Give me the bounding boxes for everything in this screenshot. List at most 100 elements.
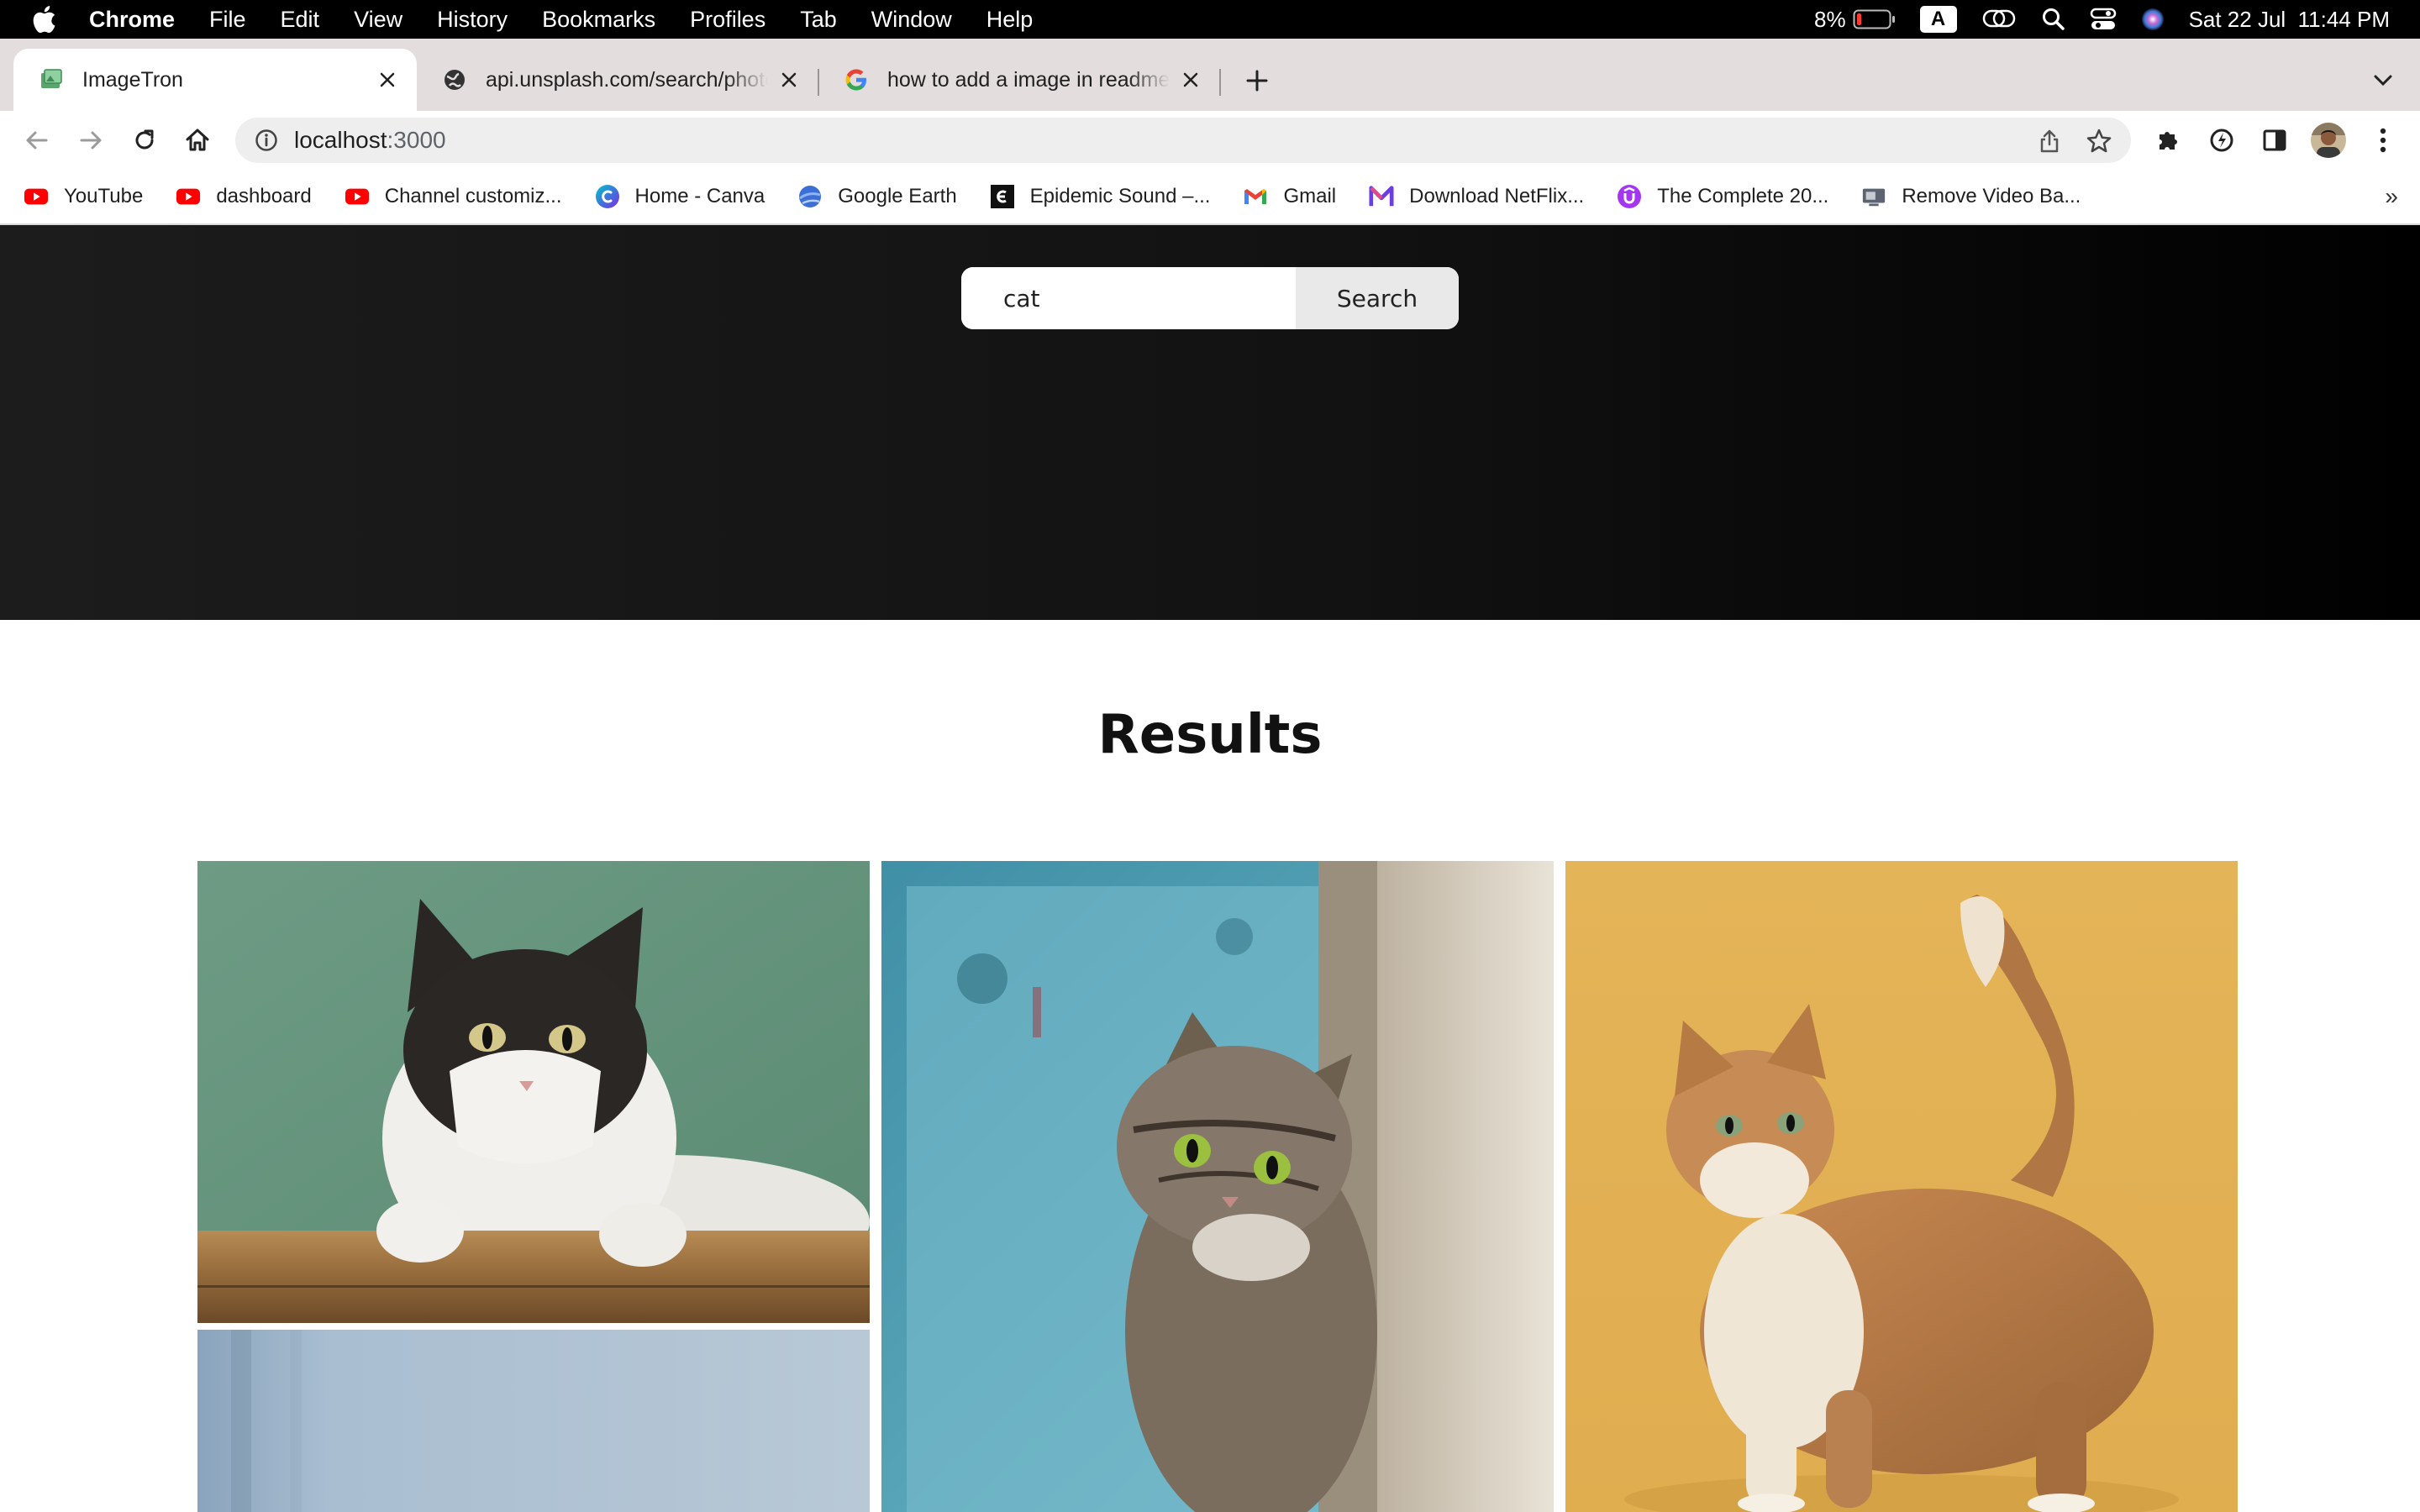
menu-help[interactable]: Help	[986, 7, 1034, 33]
bookmark-dashboard[interactable]: dashboard	[176, 184, 312, 209]
bookmarks-bar: YouTube dashboard Channel customiz... Ho…	[0, 170, 2420, 225]
apple-logo-icon[interactable]	[29, 4, 59, 34]
extensions-button[interactable]	[2151, 123, 2185, 157]
imagetron-favicon	[39, 67, 64, 92]
result-photo-black-white-cat[interactable]	[197, 861, 870, 1323]
plus-icon	[1246, 70, 1268, 92]
share-icon[interactable]	[2035, 127, 2064, 155]
menu-tab[interactable]: Tab	[800, 7, 837, 33]
tab-title: api.unsplash.com/search/photo	[486, 67, 768, 92]
bookmark-label: The Complete 20...	[1657, 185, 1829, 207]
google-icon	[844, 67, 869, 92]
bookmark-label: YouTube	[64, 185, 144, 207]
side-panel-button[interactable]	[2258, 123, 2291, 157]
bookmark-download-netflix[interactable]: Download NetFlix...	[1369, 184, 1584, 209]
epidemic-sound-icon	[990, 184, 1015, 209]
cat-photo-image	[881, 861, 1554, 1512]
bookmark-remove-video-background[interactable]: Remove Video Ba...	[1861, 184, 2081, 209]
tab-imagetron[interactable]: ImageTron	[13, 49, 417, 111]
more-bookmarks-button[interactable]: »	[2385, 183, 2398, 210]
new-tab-button[interactable]	[1240, 64, 1274, 97]
browser-toolbar: localhost:3000	[0, 111, 2420, 170]
tab-title: ImageTron	[82, 67, 183, 92]
input-source-icon[interactable]: A	[1919, 6, 1957, 33]
puzzle-icon	[2160, 132, 2177, 150]
tab-google-search[interactable]: how to add a image in readme f	[818, 49, 1220, 111]
menu-bookmarks[interactable]: Bookmarks	[542, 7, 655, 33]
menu-app-name[interactable]: Chrome	[89, 7, 175, 33]
search-input[interactable]	[961, 267, 1296, 329]
spotlight-search-icon[interactable]	[2041, 7, 2066, 32]
close-tab-icon[interactable]	[375, 67, 400, 92]
udemy-icon	[1617, 184, 1642, 209]
bookmark-label: Channel customiz...	[384, 185, 562, 207]
cat-photo-image	[197, 861, 870, 1323]
url-port: :3000	[387, 127, 446, 153]
bookmark-label: Epidemic Sound –...	[1029, 185, 1211, 207]
url-host: localhost	[294, 127, 387, 153]
result-photo-cat-blue-gray[interactable]	[197, 1330, 870, 1512]
home-icon	[186, 129, 209, 151]
bookmark-gmail[interactable]: Gmail	[1243, 184, 1336, 209]
home-button[interactable]	[181, 123, 214, 157]
performance-button[interactable]	[2205, 123, 2238, 157]
avatar-icon	[2311, 123, 2346, 158]
youtube-icon	[345, 184, 370, 209]
globe-icon	[442, 67, 467, 92]
site-info-icon[interactable]	[254, 128, 279, 153]
control-center-icon[interactable]	[2090, 7, 2117, 32]
forward-button[interactable]	[74, 123, 108, 157]
bookmark-star-icon[interactable]	[2084, 126, 2114, 156]
profile-avatar[interactable]	[2309, 121, 2348, 160]
result-photo-orange-cat[interactable]	[1565, 861, 2238, 1512]
bookmark-label: Remove Video Ba...	[1902, 185, 2081, 207]
result-photo-tabby-cat[interactable]	[881, 861, 1554, 1512]
reload-button[interactable]	[128, 123, 161, 157]
menu-window[interactable]: Window	[871, 7, 952, 33]
tab-search-button[interactable]	[2368, 66, 2398, 96]
address-bar[interactable]: localhost:3000	[235, 118, 2131, 163]
tab-title: how to add a image in readme f	[887, 67, 1170, 92]
video-icon	[1861, 184, 1886, 209]
menu-file[interactable]: File	[209, 7, 246, 33]
bookmark-label: Gmail	[1283, 185, 1337, 207]
menu-edit[interactable]: Edit	[281, 7, 320, 33]
menu-history[interactable]: History	[437, 7, 508, 33]
bookmark-canva[interactable]: Home - Canva	[595, 184, 765, 209]
side-panel-icon	[2263, 129, 2286, 151]
battery-percent: 8%	[1813, 6, 1846, 32]
youtube-icon	[24, 184, 49, 209]
screen-mirroring-icon[interactable]	[1981, 7, 2018, 32]
reload-icon	[135, 129, 154, 150]
tab-unsplash-api[interactable]: api.unsplash.com/search/photo	[417, 49, 818, 111]
battery-icon	[1853, 8, 1897, 30]
bookmark-label: Google Earth	[838, 185, 957, 207]
back-button[interactable]	[20, 123, 54, 157]
bookmark-channel-customization[interactable]: Channel customiz...	[345, 184, 562, 209]
bookmark-youtube[interactable]: YouTube	[24, 184, 143, 209]
menu-profiles[interactable]: Profiles	[690, 7, 765, 33]
cat-photo-image	[1565, 861, 2238, 1512]
menu-clock[interactable]: Sat 22 Jul 11:44 PM	[2189, 7, 2390, 33]
browser-tab-strip: ImageTron api.unsplash.com/search/photo …	[0, 39, 2420, 111]
canva-icon	[595, 184, 620, 209]
close-tab-icon[interactable]	[1178, 67, 1203, 92]
bookmark-google-earth[interactable]: Google Earth	[797, 184, 957, 209]
siri-icon[interactable]	[2140, 7, 2165, 32]
bookmark-the-complete[interactable]: The Complete 20...	[1617, 184, 1828, 209]
url-text: localhost:3000	[294, 127, 446, 154]
youtube-icon	[176, 184, 201, 209]
search-button[interactable]: Search	[1296, 267, 1459, 329]
battery-status[interactable]: 8%	[1814, 7, 1897, 33]
arrow-left-icon	[26, 131, 48, 150]
macos-menu-bar: Chrome File Edit View History Bookmarks …	[0, 0, 2420, 39]
close-tab-icon[interactable]	[776, 67, 802, 92]
chrome-menu-button[interactable]	[2366, 123, 2400, 157]
google-earth-icon	[797, 184, 823, 209]
search-form: Search	[961, 267, 1459, 329]
arrow-right-icon	[80, 131, 102, 150]
cat-photo-image	[197, 1330, 870, 1512]
menu-view[interactable]: View	[354, 7, 402, 33]
bookmark-epidemic-sound[interactable]: Epidemic Sound –...	[990, 184, 1211, 209]
bookmark-label: Download NetFlix...	[1409, 185, 1585, 207]
